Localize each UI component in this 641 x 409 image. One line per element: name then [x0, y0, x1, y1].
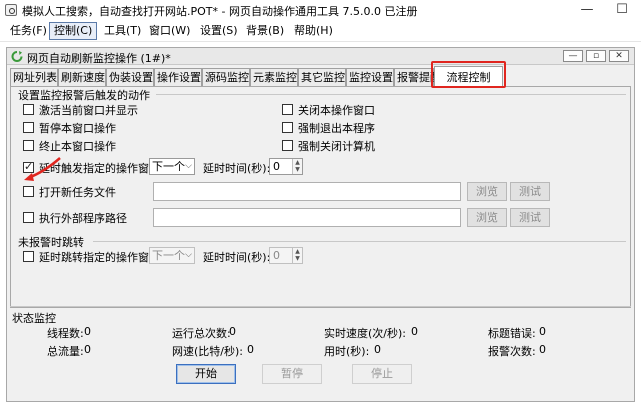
tab-source-monitor[interactable]: 源码监控: [202, 68, 250, 87]
status-divider: [10, 306, 631, 307]
run-external-checkbox[interactable]: [23, 212, 34, 223]
time-used-value: 0: [374, 343, 381, 356]
jump-delay-time-spinner[interactable]: 0 ▲ ▼: [269, 247, 303, 264]
delay-trigger-window-select[interactable]: 下一个 ⌵: [149, 158, 195, 175]
child-restore-button[interactable]: ▫: [586, 50, 606, 62]
open-task-browse-button[interactable]: 浏览: [467, 182, 507, 201]
open-task-test-button[interactable]: 测试: [510, 182, 550, 201]
open-task-path-input[interactable]: [153, 182, 461, 201]
threads-value: 0: [84, 325, 91, 338]
tab-operation-settings[interactable]: 操作设置: [154, 68, 202, 87]
menu-window[interactable]: 窗口(W): [145, 22, 194, 40]
stop-window-label: 终止本窗口操作: [39, 140, 116, 153]
menu-help[interactable]: 帮助(H): [290, 22, 337, 40]
pause-button[interactable]: 暂停: [262, 364, 322, 384]
refresh-icon: [11, 51, 23, 62]
spinner-arrows-icon[interactable]: ▲ ▼: [292, 159, 302, 174]
tab-highlight-box: [431, 61, 506, 88]
tab-url-list[interactable]: 网址列表: [10, 68, 58, 87]
run-external-label: 执行外部程序路径: [39, 212, 127, 225]
child-minimize-button[interactable]: —: [563, 50, 583, 62]
delay-jump-window-select[interactable]: 下一个 ⌵: [149, 247, 195, 264]
delay-time-value: 0: [273, 160, 280, 173]
alarm-count-label: 报警次数:: [488, 345, 536, 358]
stop-window-checkbox[interactable]: [23, 140, 34, 151]
delay-time-label: 延时时间(秒):: [203, 162, 271, 175]
chevron-down-icon: ⌵: [185, 250, 192, 260]
total-traffic-value: 0: [84, 343, 91, 356]
run-external-browse-button[interactable]: 浏览: [467, 208, 507, 227]
menu-task[interactable]: 任务(F): [6, 22, 51, 40]
jump-delay-time-value: 0: [273, 249, 280, 262]
menu-control[interactable]: 控制(C): [49, 22, 98, 40]
pause-window-checkbox[interactable]: [23, 122, 34, 133]
child-window-title: 网页自动刷新监控操作 (1#)*: [27, 52, 171, 65]
window-title: 模拟人工搜索，自动查找打开网站.POT* - 网页自动操作通用工具 7.5.0.…: [22, 5, 418, 18]
tab-other-monitor[interactable]: 其它监控: [298, 68, 346, 87]
realtime-speed-value: 0: [411, 325, 418, 338]
delay-jump-window-value: 下一个: [152, 249, 185, 262]
tab-monitor-settings[interactable]: 监控设置: [346, 68, 394, 87]
child-close-button[interactable]: ✕: [609, 50, 629, 62]
child-window: 网页自动刷新监控操作 (1#)* — ▫ ✕ 网址列表 刷新速度 伪装设置 操作…: [6, 47, 635, 402]
spinner-arrows-icon[interactable]: ▲ ▼: [292, 248, 302, 263]
force-shutdown-checkbox[interactable]: [282, 140, 293, 151]
minimize-button[interactable]: —: [570, 0, 604, 20]
title-errors-label: 标题错误:: [488, 327, 536, 340]
activate-window-label: 激活当前窗口并显示: [39, 104, 138, 117]
alarm-group-title: 设置监控报警后触发的动作: [18, 89, 150, 102]
total-traffic-label: 总流量:: [47, 345, 84, 358]
jump-delay-time-label: 延时时间(秒):: [203, 251, 271, 264]
delay-jump-label: 延时跳转指定的操作窗口:: [39, 251, 164, 264]
activate-window-checkbox[interactable]: [23, 104, 34, 115]
net-speed-label: 网速(比特/秒):: [172, 345, 243, 358]
force-shutdown-label: 强制关闭计算机: [298, 140, 375, 153]
tab-refresh-speed[interactable]: 刷新速度: [58, 68, 106, 87]
menu-tools[interactable]: 工具(T): [100, 22, 145, 40]
no-alarm-group-divider: [93, 241, 626, 242]
run-external-path-input[interactable]: [153, 208, 461, 227]
stop-button[interactable]: 停止: [352, 364, 412, 384]
total-runs-value: 0: [229, 325, 236, 338]
time-used-label: 用时(秒):: [324, 345, 370, 358]
tab-alarm-reminder[interactable]: 报警提醒: [394, 68, 441, 87]
close-window-checkbox[interactable]: [282, 104, 293, 115]
no-alarm-group-title: 未报警时跳转: [18, 236, 84, 249]
red-arrow-annotation: [24, 157, 61, 181]
open-task-checkbox[interactable]: [23, 186, 34, 197]
flow-control-panel: 设置监控报警后触发的动作 激活当前窗口并显示 暂停本窗口操作 终止本窗口操作 关…: [10, 86, 631, 308]
pause-window-label: 暂停本窗口操作: [39, 122, 116, 135]
threads-label: 线程数:: [47, 327, 84, 340]
force-exit-label: 强制退出本程序: [298, 122, 375, 135]
force-exit-checkbox[interactable]: [282, 122, 293, 133]
open-task-label: 打开新任务文件: [39, 186, 116, 199]
net-speed-value: 0: [247, 343, 254, 356]
close-window-label: 关闭本操作窗口: [298, 104, 375, 117]
tab-disguise[interactable]: 伪装设置: [106, 68, 154, 87]
delay-trigger-window-value: 下一个: [152, 160, 185, 173]
delay-time-spinner[interactable]: 0 ▲ ▼: [269, 158, 303, 175]
menu-background[interactable]: 背景(B): [242, 22, 288, 40]
menu-settings[interactable]: 设置(S): [196, 22, 242, 40]
tab-element-monitor[interactable]: 元素监控: [250, 68, 298, 87]
status-title: 状态监控: [12, 312, 56, 325]
alarm-count-value: 0: [539, 343, 546, 356]
delay-jump-checkbox[interactable]: [23, 251, 34, 262]
app-icon: [5, 4, 17, 16]
realtime-speed-label: 实时速度(次/秒):: [324, 327, 406, 340]
run-external-test-button[interactable]: 测试: [510, 208, 550, 227]
chevron-down-icon: ⌵: [185, 161, 192, 171]
total-runs-label: 运行总次数:: [172, 327, 231, 340]
maximize-button[interactable]: ☐: [605, 0, 639, 20]
title-errors-value: 0: [539, 325, 546, 338]
start-button[interactable]: 开始: [176, 364, 236, 384]
alarm-group-divider: [156, 94, 626, 95]
